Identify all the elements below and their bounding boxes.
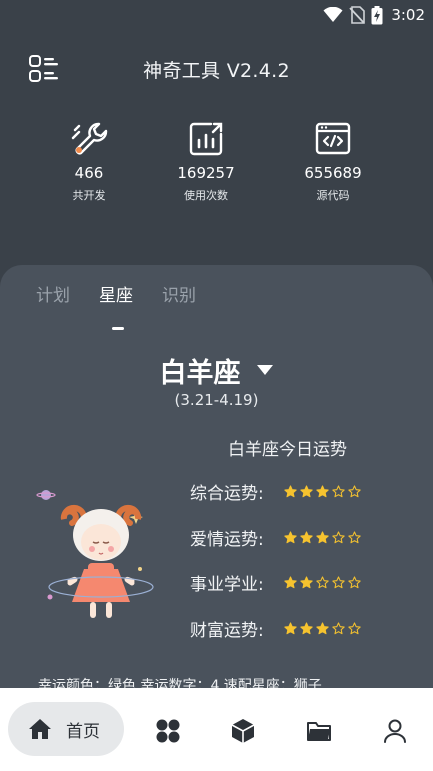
star-filled-icon (284, 621, 297, 634)
star-outline-icon (332, 575, 345, 588)
fortune-row-love: 爱情运势: (190, 525, 361, 550)
star-filled-icon (300, 575, 313, 588)
star-outline-icon (348, 484, 361, 497)
cube-icon[interactable] (230, 718, 256, 744)
stat-label: 源代码 (316, 189, 350, 202)
code-icon (315, 122, 351, 155)
aries-mascot-illustration (36, 487, 166, 627)
star-rating (284, 575, 361, 589)
stat-value: 169257 (177, 164, 235, 182)
star-rating (284, 484, 361, 498)
apps-icon[interactable] (155, 718, 181, 744)
stat-developed[interactable]: 466 共开发 (34, 118, 144, 203)
battery-charging-icon (371, 5, 383, 25)
star-rating (284, 530, 361, 544)
tab-recognize[interactable]: 识别 (162, 281, 196, 306)
folder-icon[interactable] (306, 718, 332, 744)
bar-chart-icon (189, 122, 223, 156)
bottom-nav: 首页 (0, 688, 433, 771)
star-filled-icon (316, 621, 329, 634)
star-outline-icon (332, 530, 345, 543)
star-filled-icon (284, 575, 297, 588)
star-filled-icon (284, 530, 297, 543)
dropdown-triangle-icon[interactable] (256, 361, 274, 380)
nav-home-label: 首页 (66, 721, 100, 742)
fortune-label: 综合运势: (190, 483, 264, 504)
stat-value: 655689 (304, 164, 362, 182)
zodiac-dates: (3.21-4.19) (174, 391, 259, 409)
fortune-row-career: 事业学业: (190, 570, 361, 595)
user-icon[interactable] (382, 718, 408, 744)
app-title: 神奇工具 V2.4.2 (143, 60, 290, 82)
fortune-label: 事业学业: (190, 574, 264, 595)
today-fortune-title: 白羊座今日运势 (228, 440, 347, 460)
tab-zodiac[interactable]: 星座 (99, 281, 133, 306)
star-filled-icon (316, 484, 329, 497)
stat-value: 466 (74, 164, 104, 182)
wrench-icon (71, 122, 108, 155)
star-filled-icon (300, 484, 313, 497)
tab-indicator (112, 327, 124, 330)
status-bar: 3:02 (0, 0, 433, 30)
app-screen: 3:02 神奇工具 V2.4.2 466 共开发 169257 使用次数 655… (0, 0, 433, 771)
stat-label: 共开发 (72, 189, 106, 202)
fortune-label: 财富运势: (190, 620, 264, 641)
no-sim-icon (349, 6, 366, 24)
zodiac-selector[interactable]: 白羊座 (0, 351, 433, 390)
tab-plan[interactable]: 计划 (36, 281, 70, 306)
status-time: 3:02 (391, 6, 425, 24)
star-outline-icon (348, 530, 361, 543)
star-filled-icon (316, 530, 329, 543)
wifi-icon (323, 7, 343, 23)
stat-usage[interactable]: 169257 使用次数 (151, 118, 261, 203)
star-filled-icon (300, 621, 313, 634)
star-outline-icon (348, 575, 361, 588)
zodiac-name: 白羊座 (159, 358, 241, 389)
star-outline-icon (316, 575, 329, 588)
star-outline-icon (332, 621, 345, 634)
stat-label: 使用次数 (184, 189, 228, 202)
fortune-row-wealth: 财富运势: (190, 616, 361, 641)
star-outline-icon (332, 484, 345, 497)
app-header: 神奇工具 V2.4.2 (0, 48, 433, 88)
fortune-row-overall: 综合运势: (190, 479, 361, 504)
home-icon (29, 719, 51, 739)
star-outline-icon (348, 621, 361, 634)
fortune-label: 爱情运势: (190, 529, 264, 550)
content-card: 计划 星座 识别 白羊座 (3.21-4.19) 白羊座今日运势 综合运势: 爱… (0, 265, 433, 695)
stats-row: 466 共开发 169257 使用次数 655689 源代码 (0, 118, 433, 214)
star-filled-icon (300, 530, 313, 543)
nav-home[interactable]: 首页 (8, 702, 124, 756)
star-filled-icon (284, 484, 297, 497)
star-rating (284, 621, 361, 635)
stat-source[interactable]: 655689 源代码 (278, 118, 388, 203)
